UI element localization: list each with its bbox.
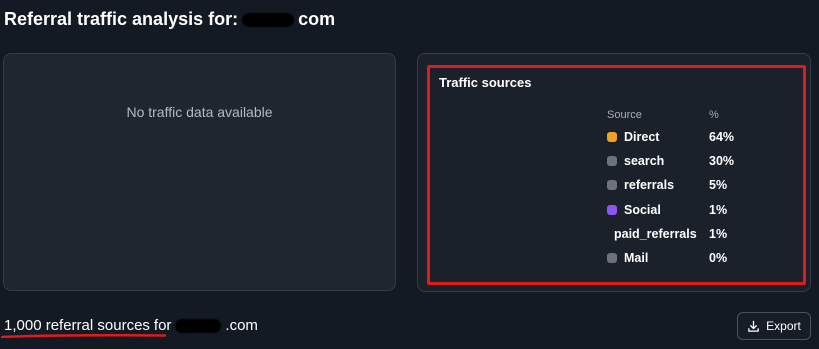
referral-sources-for: for bbox=[153, 317, 172, 334]
redacted-domain bbox=[242, 12, 295, 27]
legend-source-name: paid_referrals bbox=[614, 226, 697, 241]
legend-row: search 30% bbox=[606, 154, 786, 170]
legend-header-source: Source bbox=[607, 109, 642, 121]
redacted-domain bbox=[175, 318, 222, 333]
legend-source-name: Direct bbox=[624, 130, 660, 144]
legend-color-swatch bbox=[607, 204, 617, 215]
legend-source-name: Social bbox=[624, 202, 661, 217]
legend-source-percent: 0% bbox=[709, 251, 728, 265]
legend-color-swatch bbox=[607, 156, 617, 167]
legend-row: Direct 64% bbox=[606, 130, 786, 146]
legend-row: paid_referrals 1% bbox=[606, 227, 786, 243]
legend-source-percent: 1% bbox=[709, 202, 728, 217]
page-title: Referral traffic analysis for: com bbox=[4, 9, 335, 30]
traffic-data-panel: No traffic data available bbox=[3, 53, 396, 291]
export-button[interactable]: Export bbox=[737, 312, 811, 340]
legend-source-percent: 5% bbox=[709, 178, 728, 193]
referral-sources-heading: 1,000 referral sources for .com bbox=[4, 317, 258, 334]
traffic-sources-donut-chart bbox=[447, 126, 571, 250]
legend-header-percent: % bbox=[709, 109, 719, 121]
page-title-suffix: com bbox=[298, 9, 336, 29]
legend-row: Mail 0% bbox=[606, 251, 786, 267]
legend-source-name: search bbox=[624, 154, 665, 169]
legend-row: referrals 5% bbox=[606, 178, 786, 194]
legend-color-swatch bbox=[607, 180, 617, 191]
no-data-message: No traffic data available bbox=[126, 104, 273, 120]
download-icon bbox=[748, 320, 759, 332]
legend-row: Social 1% bbox=[606, 203, 786, 219]
legend-source-percent: 1% bbox=[709, 226, 728, 241]
legend-source-percent: 30% bbox=[709, 154, 735, 169]
legend-color-swatch bbox=[607, 253, 617, 263]
legend-source-name: Mail bbox=[624, 251, 649, 265]
export-button-label: Export bbox=[766, 319, 801, 333]
page-title-prefix: Referral traffic analysis for: bbox=[4, 9, 239, 29]
legend-source-name: referrals bbox=[624, 178, 675, 193]
legend-color-swatch bbox=[607, 132, 617, 142]
referral-sources-domain-suffix: .com bbox=[225, 317, 258, 334]
legend-source-percent: 64% bbox=[709, 130, 735, 144]
red-underline-annotation bbox=[1, 334, 166, 338]
traffic-sources-title: Traffic sources bbox=[439, 75, 532, 90]
referral-sources-count: 1,000 referral sources bbox=[4, 317, 150, 334]
referral-analysis-page: Referral traffic analysis for: com No tr… bbox=[0, 0, 819, 349]
